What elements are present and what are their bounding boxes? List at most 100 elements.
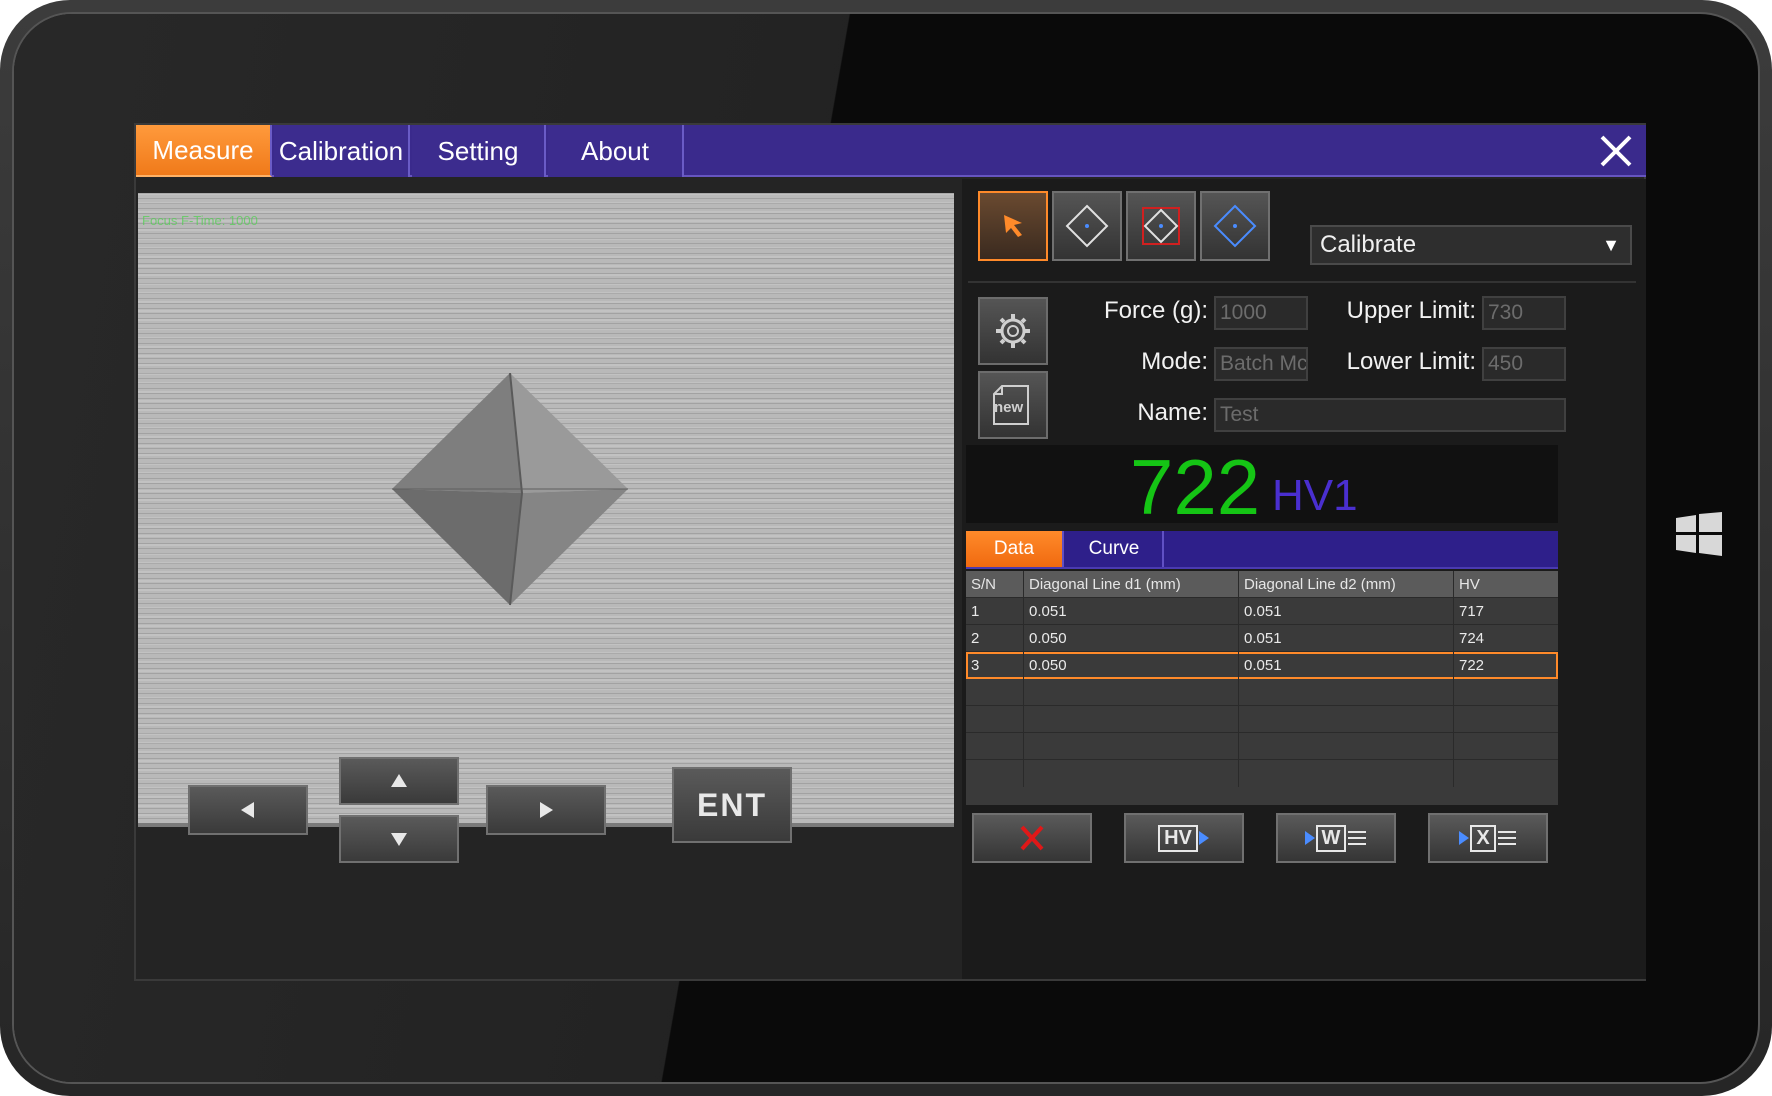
arrow-up-icon: [391, 774, 407, 787]
panel-divider: [968, 281, 1636, 283]
cell-sn: 1: [966, 598, 1024, 625]
cell-d1: 0.050: [1024, 652, 1239, 679]
diamond-icon: [1065, 204, 1109, 248]
table-row[interactable]: 2 0.050 0.051 724: [966, 625, 1558, 652]
export-arrow-icon: [1304, 831, 1315, 845]
tab-measure[interactable]: Measure: [136, 125, 272, 177]
export-excel-button[interactable]: X: [1428, 813, 1548, 863]
diamond-tool-button[interactable]: [1052, 191, 1122, 261]
settings-button[interactable]: [978, 297, 1048, 365]
auto-diamond-tool-button[interactable]: [1200, 191, 1270, 261]
move-down-button[interactable]: [339, 815, 459, 863]
upper-limit-label: Upper Limit:: [1346, 297, 1476, 324]
cell-d2: 0.051: [1239, 652, 1454, 679]
diamond-box-icon: [1142, 207, 1180, 245]
cell-empty: [1239, 706, 1454, 733]
tab-calibration[interactable]: Calibration: [274, 125, 410, 177]
excel-button-label: X: [1470, 824, 1496, 852]
cell-empty: [1024, 733, 1239, 760]
table-row-empty[interactable]: [966, 760, 1558, 787]
new-button-label: new: [994, 399, 1024, 416]
cell-empty: [1024, 679, 1239, 706]
measurement-table: S/N Diagonal Line d1 (mm) Diagonal Line …: [966, 571, 1558, 805]
cell-empty: [966, 760, 1024, 787]
export-arrow-icon: [1459, 831, 1470, 845]
force-label: Force (g):: [1103, 297, 1208, 324]
tablet-bezel: Measure Calibration Setting About Focus …: [12, 12, 1760, 1084]
hv-convert-button[interactable]: HV: [1124, 813, 1244, 863]
tab-setting[interactable]: Setting: [412, 125, 546, 177]
move-up-button[interactable]: [339, 757, 459, 805]
delete-button[interactable]: [972, 813, 1092, 863]
diamond-box-tool-button[interactable]: [1126, 191, 1196, 261]
camera-overlay-text: Focus F-Time: 1000: [142, 213, 258, 228]
windows-logo-icon[interactable]: [1676, 512, 1722, 556]
cursor-arrow-icon: [1004, 215, 1022, 237]
vickers-indentation-image: [392, 373, 628, 606]
cell-empty: [966, 733, 1024, 760]
hardness-unit: HV1: [1272, 471, 1358, 520]
upper-limit-field[interactable]: 730: [1482, 296, 1566, 330]
mode-dropdown-value: Calibrate: [1320, 231, 1417, 258]
cell-d1: 0.050: [1024, 625, 1239, 652]
mode-dropdown[interactable]: Calibrate ▼: [1310, 225, 1632, 265]
hardness-value: 722: [1130, 443, 1261, 531]
header-d1: Diagonal Line d1 (mm): [1024, 571, 1239, 598]
table-row[interactable]: 1 0.051 0.051 717: [966, 598, 1558, 625]
tab-about[interactable]: About: [548, 125, 684, 177]
enter-button[interactable]: ENT: [672, 767, 792, 843]
cell-hv: 722: [1459, 657, 1485, 674]
lines-icon: [1497, 831, 1516, 845]
red-x-icon: [1020, 825, 1044, 851]
cell-empty: [1239, 679, 1454, 706]
microscope-camera-view[interactable]: Focus F-Time: 1000: [138, 193, 954, 823]
cell-d2: 0.051: [1239, 598, 1454, 625]
close-icon[interactable]: [1596, 131, 1636, 171]
cell-d1: 0.051: [1024, 598, 1239, 625]
move-right-button[interactable]: [486, 785, 606, 835]
tab-data[interactable]: Data: [966, 531, 1064, 567]
auto-diamond-icon: [1213, 204, 1257, 248]
move-left-button[interactable]: [188, 785, 308, 835]
arrow-down-icon: [391, 833, 407, 846]
results-tabs: Data Curve: [966, 531, 1558, 569]
dropdown-arrow-icon: ▼: [1602, 235, 1620, 255]
table-row-selected[interactable]: 3 0.050 0.051 722: [966, 652, 1558, 679]
cell-hv: 724: [1459, 630, 1485, 647]
name-field[interactable]: Test: [1214, 398, 1566, 432]
force-field[interactable]: 1000: [1214, 296, 1308, 330]
cell-empty: [966, 706, 1024, 733]
hv-button-label: HV: [1158, 824, 1198, 852]
cell-empty: [1024, 760, 1239, 787]
name-label: Name:: [1137, 399, 1208, 426]
table-row-empty[interactable]: [966, 733, 1558, 760]
mode-field[interactable]: Batch Mc: [1214, 347, 1308, 381]
header-sn: S/N: [966, 571, 1024, 598]
mode-label: Mode:: [1141, 348, 1208, 375]
cell-sn: 2: [966, 625, 1024, 652]
hardness-result-display: 722 HV1: [966, 445, 1558, 529]
play-arrow-icon: [1198, 831, 1209, 845]
select-tool-button[interactable]: [978, 191, 1048, 261]
table-row-empty[interactable]: [966, 679, 1558, 706]
lines-icon: [1348, 831, 1367, 845]
cell-empty: [966, 679, 1024, 706]
table-header-row: S/N Diagonal Line d1 (mm) Diagonal Line …: [966, 571, 1558, 598]
cell-empty: [1239, 760, 1454, 787]
header-d2: Diagonal Line d2 (mm): [1239, 571, 1454, 598]
lower-limit-field[interactable]: 450: [1482, 347, 1566, 381]
cell-d2: 0.051: [1239, 625, 1454, 652]
tab-curve[interactable]: Curve: [1066, 531, 1164, 567]
main-nav: Measure Calibration Setting About: [136, 125, 1646, 177]
table-row-empty[interactable]: [966, 706, 1558, 733]
export-word-button[interactable]: W: [1276, 813, 1396, 863]
cell-hv: 717: [1459, 603, 1485, 620]
word-button-label: W: [1315, 824, 1347, 852]
header-hv: HV: [1459, 576, 1480, 593]
cell-empty: [1024, 706, 1239, 733]
gear-icon: [996, 314, 1030, 348]
tablet-device: Measure Calibration Setting About Focus …: [0, 0, 1772, 1096]
app-window: Measure Calibration Setting About Focus …: [134, 123, 1646, 981]
cell-sn: 3: [966, 652, 1024, 679]
new-record-button[interactable]: new: [978, 371, 1048, 439]
